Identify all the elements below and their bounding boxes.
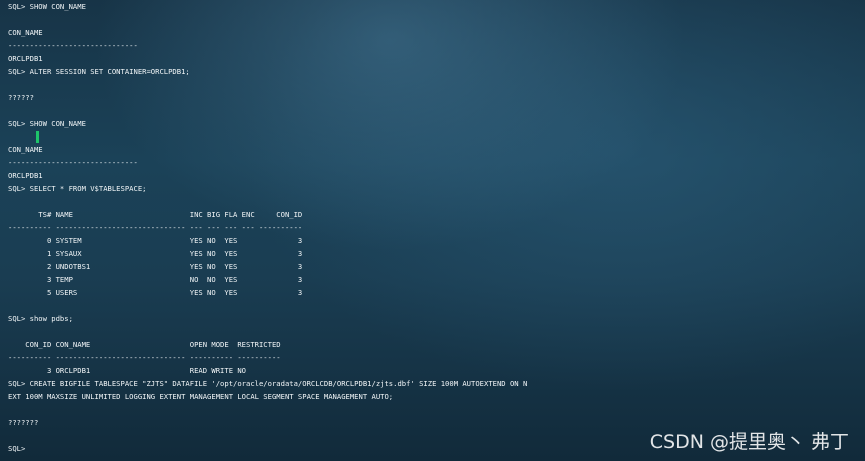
- text-cursor: [36, 131, 39, 143]
- terminal-output[interactable]: SQL> SHOW CON_NAME CON_NAME ------------…: [8, 0, 858, 461]
- terminal-line: 3 ORCLPDB1 READ WRITE NO: [8, 366, 246, 375]
- terminal-line: 0 SYSTEM YES NO YES 3: [8, 236, 303, 245]
- terminal-line: SQL> SELECT * FROM V$TABLESPACE;: [8, 184, 147, 193]
- terminal-line: ORCLPDB1: [8, 171, 43, 180]
- terminal-line: EXT 100M MAXSIZE UNLIMITED LOGGING EXTEN…: [8, 392, 394, 401]
- csdn-watermark: CSDN @提里奥丶 弗丁: [649, 431, 849, 453]
- terminal-line: SQL> SHOW CON_NAME: [8, 2, 86, 11]
- terminal-line: 3 TEMP NO NO YES 3: [8, 275, 303, 284]
- terminal-line: ??????: [8, 93, 34, 102]
- terminal-line: SQL> CREATE BIGFILE TABLESPACE "ZJTS" DA…: [8, 379, 528, 388]
- terminal-line: 5 USERS YES NO YES 3: [8, 288, 303, 297]
- terminal-line: TS# NAME INC BIG FLA ENC CON_ID: [8, 210, 303, 219]
- terminal-line: CON_NAME: [8, 145, 43, 154]
- terminal-line: SQL> ALTER SESSION SET CONTAINER=ORCLPDB…: [8, 67, 190, 76]
- terminal-line: CON_NAME: [8, 28, 43, 37]
- terminal-line: ------------------------------: [8, 41, 138, 50]
- terminal-line: CON_ID CON_NAME OPEN MODE RESTRICTED: [8, 340, 281, 349]
- terminal-line: ORCLPDB1: [8, 54, 43, 63]
- terminal-line: SQL> SHOW CON_NAME: [8, 119, 86, 128]
- terminal-line: SQL> show pdbs;: [8, 314, 73, 323]
- terminal-line: ---------- -----------------------------…: [8, 223, 303, 232]
- terminal-line: ???????: [8, 418, 39, 427]
- terminal-line: ------------------------------: [8, 158, 138, 167]
- terminal-line: 2 UNDOTBS1 YES NO YES 3: [8, 262, 303, 271]
- terminal-line: 1 SYSAUX YES NO YES 3: [8, 249, 303, 258]
- terminal-line: ---------- -----------------------------…: [8, 353, 281, 362]
